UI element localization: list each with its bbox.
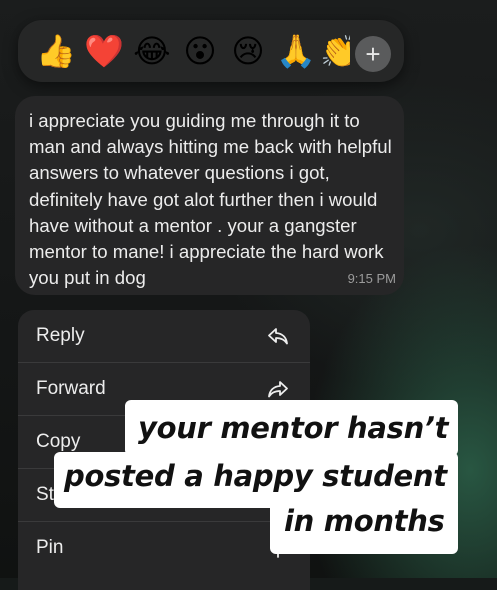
clapping-icon[interactable]: 👏 <box>320 27 350 75</box>
heart-icon[interactable]: ❤️ <box>80 27 128 75</box>
menu-item-reply[interactable]: Reply <box>18 310 310 362</box>
message-text: i appreciate you guiding me through it t… <box>29 110 392 289</box>
plus-icon: + <box>365 39 381 69</box>
laughing-icon[interactable]: 😂 <box>128 27 176 75</box>
praying-hands-icon[interactable]: 🙏 <box>272 27 320 75</box>
menu-item-pin[interactable]: Pin <box>18 522 310 574</box>
add-reaction-button[interactable]: + <box>355 36 391 72</box>
reaction-bar: 👍 ❤️ 😂 😮 😢 🙏 👏 <box>18 20 404 82</box>
message-bubble[interactable]: i appreciate you guiding me through it t… <box>15 96 404 295</box>
menu-item-label: Pin <box>36 537 64 558</box>
surprised-icon[interactable]: 😮 <box>176 27 224 75</box>
message-timestamp: 9:15 PM <box>347 271 396 286</box>
menu-item-label: Forward <box>36 378 106 399</box>
menu-item-label: Copy <box>36 431 81 452</box>
caption-line-3: in months <box>284 504 445 538</box>
thumbs-up-icon[interactable]: 👍 <box>32 27 80 75</box>
forward-icon <box>268 381 288 398</box>
menu-item-label: St <box>36 484 54 505</box>
caption-line-2: posted a happy student <box>64 459 447 493</box>
menu-item-label: Reply <box>36 325 85 346</box>
reply-icon <box>268 328 288 345</box>
caption-line-1: your mentor hasn’t <box>138 411 449 445</box>
crying-icon[interactable]: 😢 <box>224 27 272 75</box>
